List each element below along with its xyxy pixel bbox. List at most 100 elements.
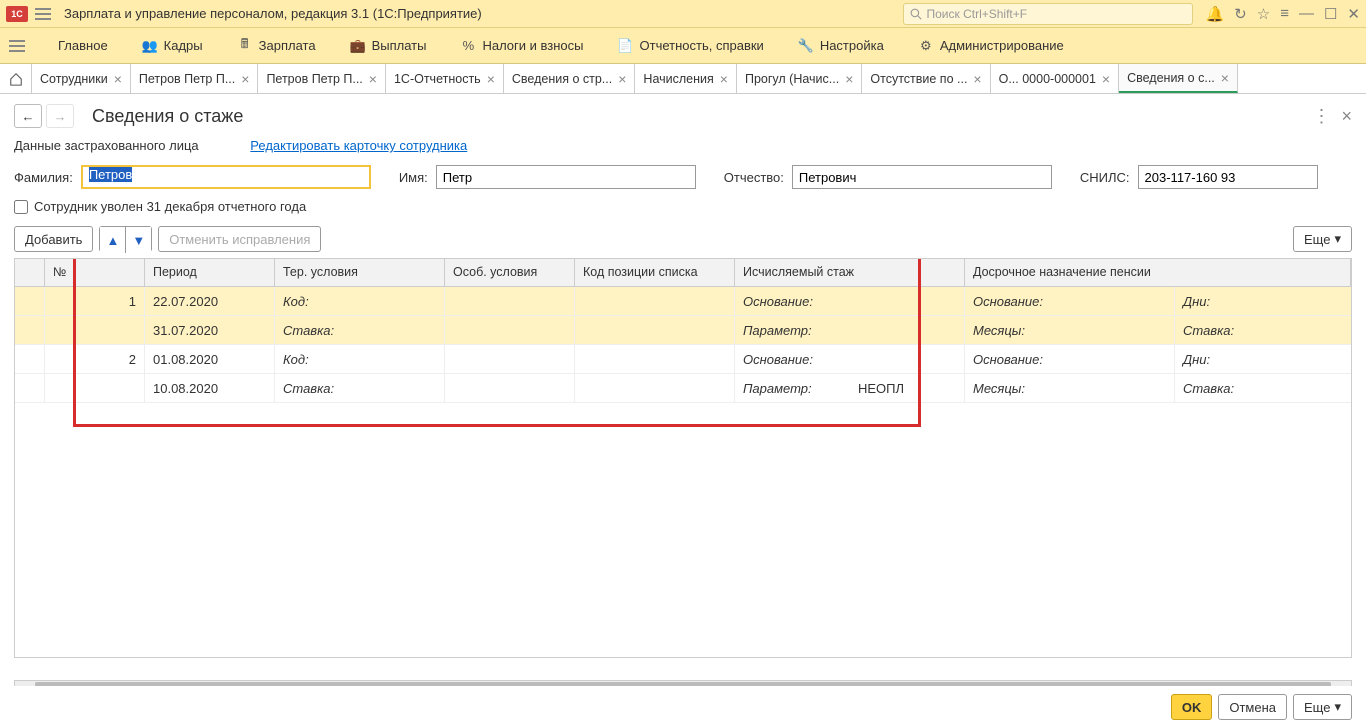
cell-poscode <box>575 287 735 315</box>
cell-special <box>445 316 575 344</box>
history-icon[interactable]: ↻ <box>1234 5 1247 23</box>
close-icon[interactable]: × <box>618 71 626 87</box>
cell-rate: Ставка: <box>1175 316 1351 344</box>
lastname-label: Фамилия: <box>14 170 73 185</box>
cell-calc-param-val <box>850 316 965 344</box>
cell-pension-basis: Основание: <box>965 287 1175 315</box>
table-row[interactable]: 31.07.2020Ставка:Параметр:Месяцы:Ставка: <box>15 316 1351 345</box>
col-position-code[interactable]: Код позиции списка <box>575 259 735 286</box>
close-icon[interactable]: × <box>369 71 377 87</box>
cell-calc-param: Параметр: <box>735 374 850 402</box>
chevron-down-icon: ▾ <box>1334 231 1341 247</box>
nav-buttons: ← → <box>14 104 74 128</box>
lastname-value: Петров <box>89 167 132 182</box>
menu-reports[interactable]: 📄 Отчетность, справки <box>610 34 772 58</box>
col-early-pension[interactable]: Досрочное назначение пенсии <box>965 259 1351 286</box>
minimize-icon[interactable]: — <box>1299 5 1314 22</box>
footer-more-button[interactable]: Еще ▾ <box>1293 694 1352 720</box>
bell-icon[interactable]: 🔔 <box>1205 5 1224 23</box>
arrow-down-icon: ▼ <box>132 233 145 248</box>
cell-ter-code: Код: <box>275 345 445 373</box>
cancel-button[interactable]: Отмена <box>1218 694 1287 720</box>
close-icon[interactable]: × <box>1221 70 1229 86</box>
grid-header-row: № Период Тер. условия Особ. условия Код … <box>15 259 1351 287</box>
home-tab[interactable] <box>0 64 32 93</box>
move-down-button[interactable]: ▼ <box>126 227 151 253</box>
star-icon[interactable]: ☆ <box>1257 5 1270 23</box>
more-button[interactable]: Еще ▾ <box>1293 226 1352 252</box>
document-icon: 📄 <box>618 38 634 54</box>
search-icon <box>910 8 922 20</box>
global-search[interactable]: Поиск Ctrl+Shift+F <box>903 3 1193 25</box>
menu-payments[interactable]: 💼Выплаты <box>342 34 435 58</box>
col-calculated[interactable]: Исчисляемый стаж <box>735 259 965 286</box>
tab-insurance-info[interactable]: Сведения о стр... × <box>504 64 636 93</box>
move-up-button[interactable]: ▲ <box>100 227 126 253</box>
cell-rate: Ставка: <box>1175 374 1351 402</box>
col-special[interactable]: Особ. условия <box>445 259 575 286</box>
menu-admin[interactable]: ⚙Администрирование <box>910 34 1072 58</box>
menu-reports-label: Отчетность, справки <box>640 38 764 53</box>
snils-label: СНИЛС: <box>1080 170 1130 185</box>
cell-days: Дни: <box>1175 287 1351 315</box>
tab-doc-number[interactable]: О... 0000-000001× <box>991 64 1119 93</box>
snils-input[interactable] <box>1138 165 1318 189</box>
menu-personnel[interactable]: 👥Кадры <box>134 34 211 58</box>
tab-absence[interactable]: Прогул (Начис...× <box>737 64 862 93</box>
tab-1c-reporting[interactable]: 1С-Отчетность× <box>386 64 504 93</box>
close-icon[interactable]: × <box>114 71 122 87</box>
col-territory[interactable]: Тер. условия <box>275 259 445 286</box>
edit-employee-link[interactable]: Редактировать карточку сотрудника <box>250 138 467 153</box>
table-row[interactable]: 201.08.2020Код:Основание:Основание:Дни: <box>15 345 1351 374</box>
tab-label: Сведения о стр... <box>512 72 612 86</box>
close-icon[interactable]: × <box>1102 71 1110 87</box>
close-page-icon[interactable]: × <box>1341 106 1352 127</box>
menu-settings[interactable]: 🔧Настройка <box>790 34 892 58</box>
col-period[interactable]: Период <box>145 259 275 286</box>
close-icon[interactable]: × <box>845 71 853 87</box>
cell-calc-param: Параметр: <box>735 316 850 344</box>
cancel-corrections-button[interactable]: Отменить исправления <box>158 226 321 252</box>
menu-main[interactable]: Главное <box>50 34 116 57</box>
patronymic-input[interactable] <box>792 165 1052 189</box>
menu-main-label: Главное <box>58 38 108 53</box>
nav-forward-button[interactable]: → <box>46 104 74 128</box>
kebab-menu-icon[interactable]: ⋮ <box>1311 106 1331 126</box>
close-icon[interactable]: × <box>241 71 249 87</box>
menu-hamburger-icon[interactable] <box>6 35 28 57</box>
filter-icon[interactable]: ≡ <box>1280 5 1289 22</box>
main-menu: Главное 👥Кадры 🖩Зарплата 💼Выплаты %Налог… <box>0 28 1366 64</box>
tab-petrov-2[interactable]: Петров Петр П... × <box>258 64 386 93</box>
lastname-input[interactable]: Петров <box>81 165 371 189</box>
table-row[interactable]: 10.08.2020Ставка:Параметр:НЕОПЛМесяцы:Ст… <box>15 374 1351 403</box>
tab-petrov-1[interactable]: Петров Петр П...× <box>131 64 259 93</box>
add-button[interactable]: Добавить <box>14 226 93 252</box>
fired-checkbox[interactable] <box>14 200 28 214</box>
col-number[interactable]: № <box>45 259 145 286</box>
close-icon[interactable]: × <box>973 71 981 87</box>
cell-number <box>45 316 145 344</box>
menu-taxes[interactable]: %Налоги и взносы <box>452 34 591 58</box>
ok-button[interactable]: OK <box>1171 694 1213 720</box>
tab-employees[interactable]: Сотрудники× <box>32 64 131 93</box>
cell-ter-rate: Ставка: <box>275 374 445 402</box>
tab-absence-2[interactable]: Отсутствие по ...× <box>862 64 990 93</box>
nav-back-button[interactable]: ← <box>14 104 42 128</box>
cell-poscode <box>575 316 735 344</box>
page-title: Сведения о стаже <box>92 106 243 127</box>
people-icon: 👥 <box>142 38 158 54</box>
close-icon[interactable]: × <box>720 71 728 87</box>
close-icon[interactable]: × <box>487 71 495 87</box>
maximize-icon[interactable]: ☐ <box>1324 5 1337 23</box>
tab-seniority-info[interactable]: Сведения о с...× <box>1119 64 1238 93</box>
percent-icon: % <box>460 38 476 54</box>
tab-accruals[interactable]: Начисления× <box>635 64 737 93</box>
close-window-icon[interactable]: ✕ <box>1347 5 1360 23</box>
cell-calc-basis: Основание: <box>735 345 850 373</box>
firstname-input[interactable] <box>436 165 696 189</box>
hamburger-icon[interactable] <box>32 3 54 25</box>
tab-label: Петров Петр П... <box>266 72 362 86</box>
arrow-up-icon: ▲ <box>106 233 119 248</box>
menu-salary[interactable]: 🖩Зарплата <box>229 34 324 58</box>
table-row[interactable]: 122.07.2020Код:Основание:Основание:Дни: <box>15 287 1351 316</box>
